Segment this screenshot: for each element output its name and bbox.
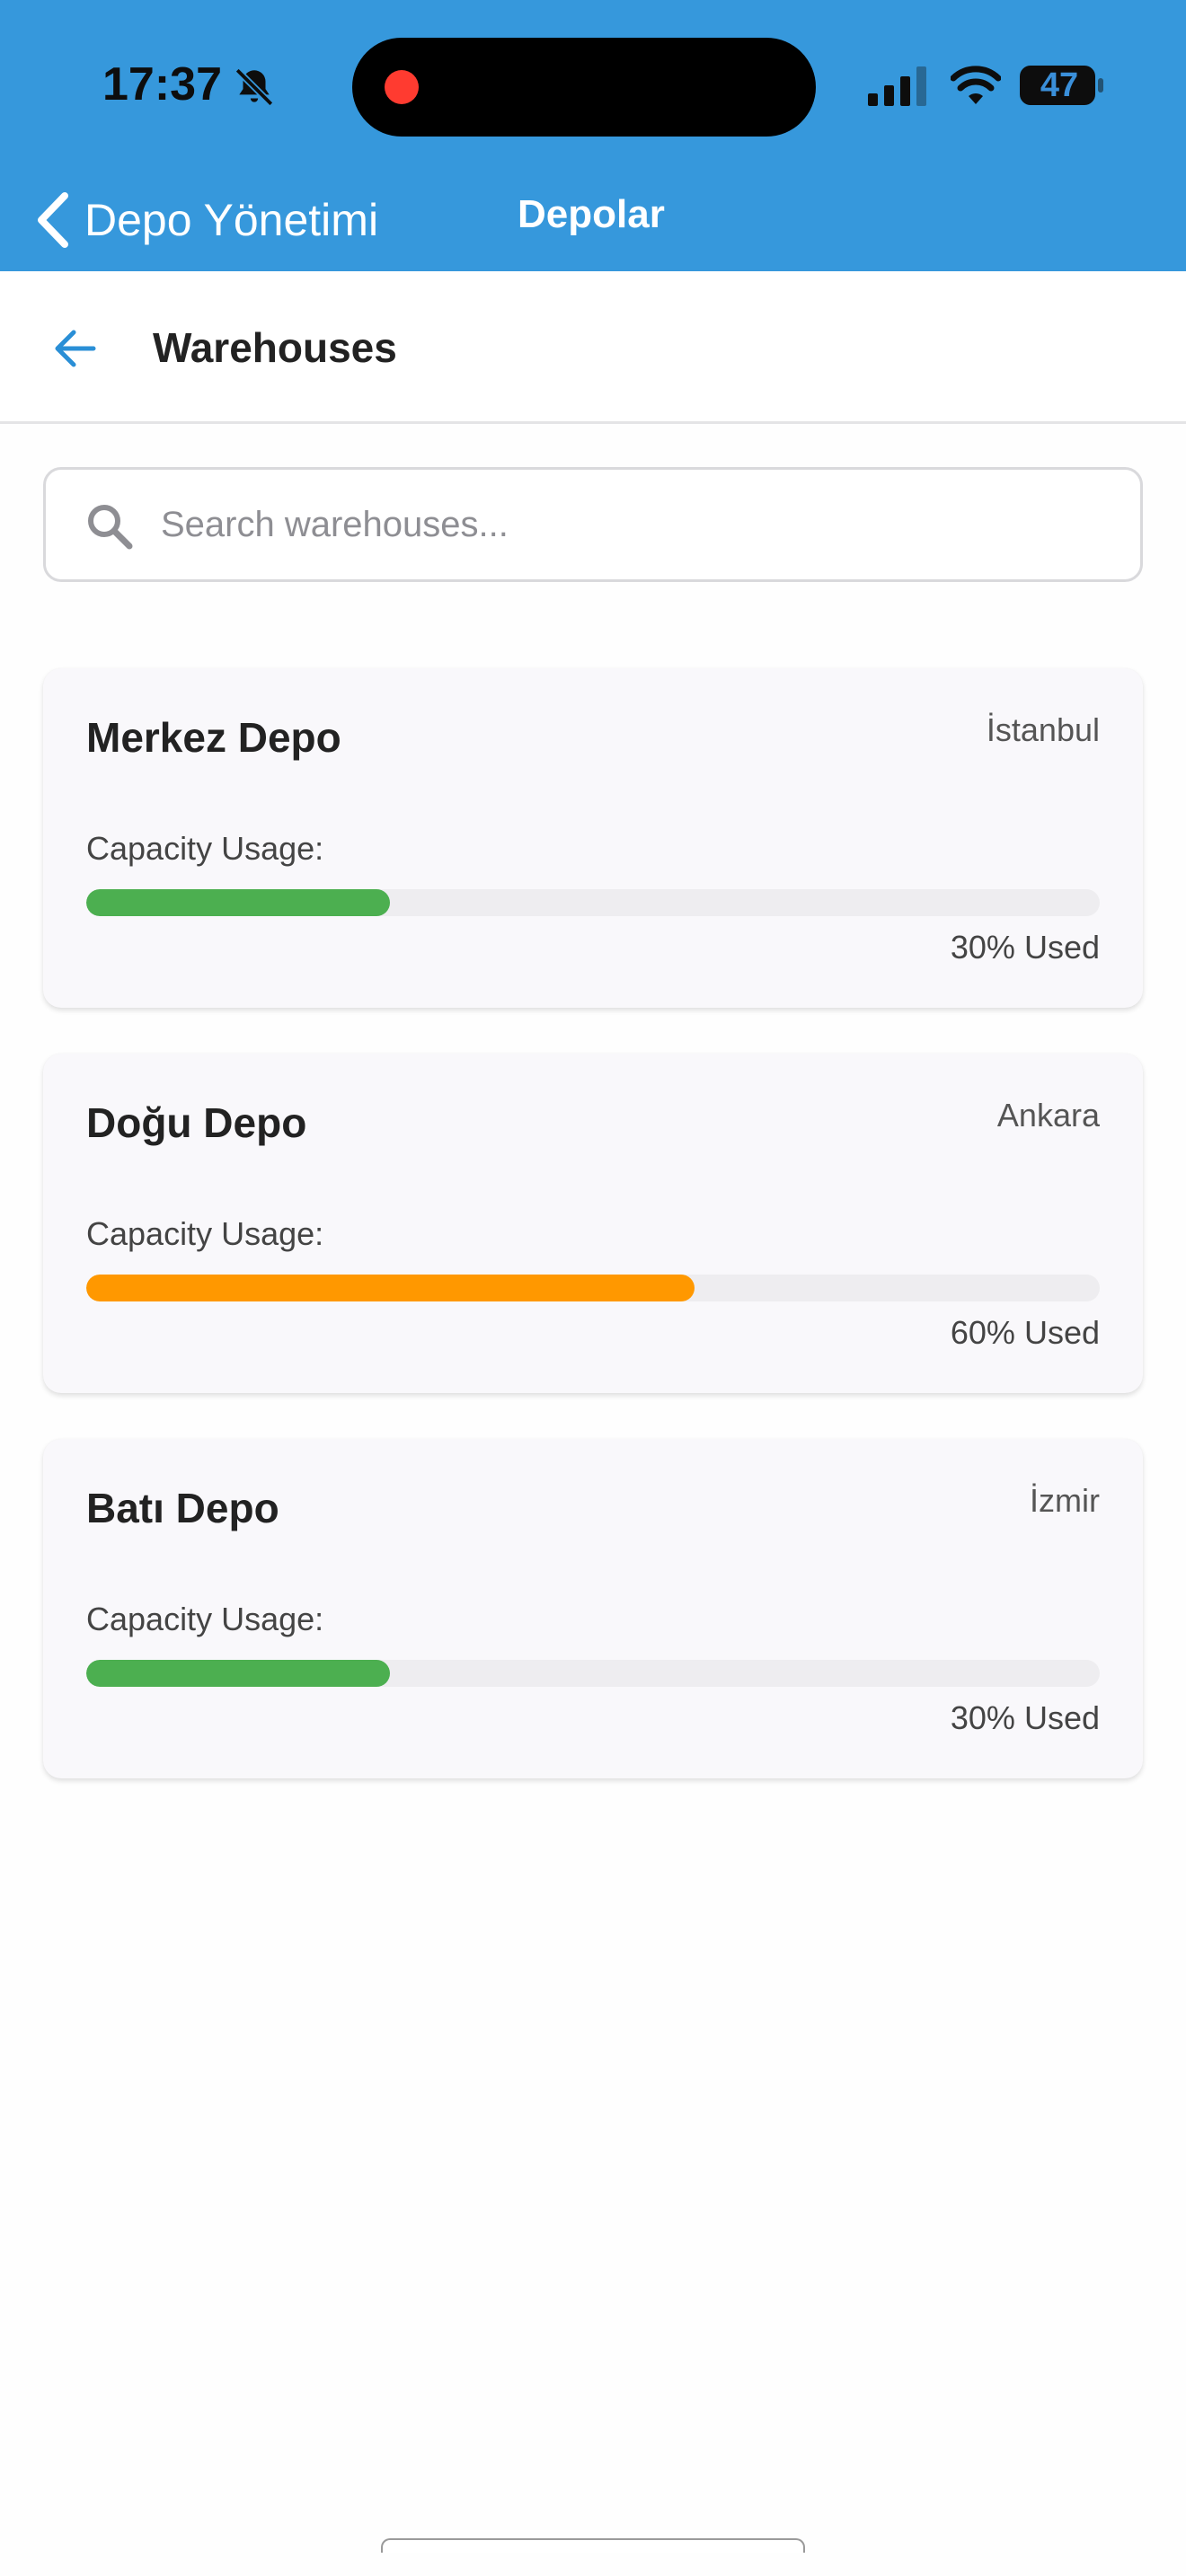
warehouse-card[interactable]: Doğu Depo Ankara Capacity Usage: 60% Use…: [43, 1054, 1143, 1393]
search-box[interactable]: [43, 467, 1143, 582]
wifi-icon: [951, 66, 1001, 104]
search-input[interactable]: [161, 472, 1122, 578]
warehouse-card[interactable]: Batı Depo İzmir Capacity Usage: 30% Used: [43, 1439, 1143, 1778]
warehouse-city: İstanbul: [986, 711, 1100, 748]
status-time: 17:37: [102, 58, 222, 110]
battery-level: 47: [1040, 66, 1079, 104]
capacity-bar: [86, 889, 1100, 916]
capacity-bar: [86, 1660, 1100, 1687]
top-bar: 17:37 47 Depo Yönetimi Depolar: [0, 0, 1186, 271]
nav-title: Depolar: [518, 192, 665, 236]
home-indicator: [381, 2538, 805, 2553]
chevron-left-icon: [38, 192, 68, 248]
app-header: Warehouses: [0, 271, 1186, 424]
capacity-label: Capacity Usage:: [86, 1601, 324, 1637]
usage-text: 30% Used: [950, 929, 1100, 966]
warehouse-city: İzmir: [1030, 1482, 1100, 1519]
nav-back-button[interactable]: Depo Yönetimi: [32, 180, 378, 260]
page-title: Warehouses: [153, 324, 397, 371]
capacity-label: Capacity Usage:: [86, 830, 324, 867]
signal-icon: [868, 66, 926, 106]
bell-slash-icon: [235, 67, 274, 107]
usage-text: 60% Used: [950, 1314, 1100, 1351]
capacity-label: Capacity Usage:: [86, 1215, 324, 1252]
warehouse-card[interactable]: Merkez Depo İstanbul Capacity Usage: 30%…: [43, 668, 1143, 1008]
capacity-bar: [86, 1275, 1100, 1301]
warehouse-name: Merkez Depo: [86, 714, 341, 761]
dynamic-island: [352, 38, 816, 137]
usage-text: 30% Used: [950, 1699, 1100, 1736]
warehouse-name: Batı Depo: [86, 1485, 279, 1531]
capacity-bar-fill: [86, 1275, 695, 1301]
warehouse-city: Ankara: [996, 1097, 1100, 1134]
nav-back-label: Depo Yönetimi: [84, 195, 379, 245]
recording-indicator: [385, 70, 419, 104]
capacity-bar-fill: [86, 889, 391, 916]
warehouse-name: Doğu Depo: [86, 1099, 307, 1146]
screen: 17:37 47 Depo Yönetimi Depolar Warehouse…: [0, 0, 1186, 2576]
capacity-bar-fill: [86, 1660, 391, 1687]
arrow-left-icon[interactable]: [50, 323, 101, 374]
search-icon: [88, 505, 133, 550]
